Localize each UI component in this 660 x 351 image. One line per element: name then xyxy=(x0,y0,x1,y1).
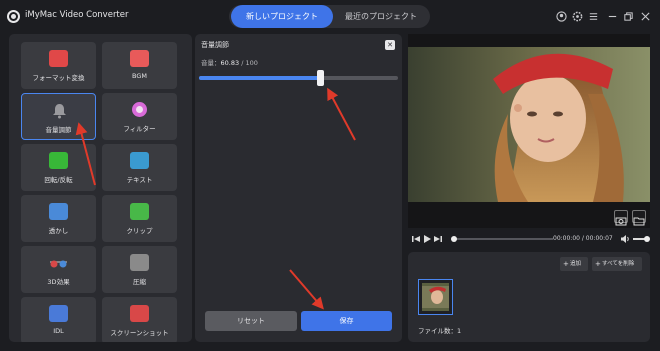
thumbnail-image xyxy=(422,283,449,311)
tool-text[interactable]: テキスト xyxy=(102,144,177,191)
timeline-thumb[interactable] xyxy=(451,236,457,242)
tools-panel: フォーマット変換 BGM 音量調節 フィルター 回転/反転 テキスト 透かし ク… xyxy=(9,34,192,342)
tool-label: フィルター xyxy=(123,125,156,133)
volume-readout: 音量：60.83 / 100 xyxy=(201,57,258,67)
panel-title: 音量調節 xyxy=(201,41,229,49)
format-convert-icon xyxy=(49,50,68,67)
close-panel-button[interactable]: ✕ xyxy=(385,40,395,50)
title-bar: iMyMac Video Converter 新しいプロジェクト 最近のプロジェ… xyxy=(0,0,660,33)
media-panel: 追加 すべてを削除 ファイル数：1 xyxy=(408,252,650,342)
tool-label: クリップ xyxy=(126,227,153,235)
tab-new-project[interactable]: 新しいプロジェクト xyxy=(231,5,333,28)
folder-icon xyxy=(633,217,645,226)
bgm-icon xyxy=(130,50,149,67)
tool-compress[interactable]: 圧縮 xyxy=(102,246,177,293)
tool-bgm[interactable]: BGM xyxy=(102,42,177,89)
volume-bell-icon xyxy=(53,104,66,119)
tool-id3[interactable]: IDL xyxy=(21,297,96,342)
delete-all-button[interactable]: すべてを削除 xyxy=(592,257,642,271)
skip-forward-icon[interactable] xyxy=(434,235,442,243)
volume-slider-thumb[interactable] xyxy=(317,70,325,86)
tool-format-convert[interactable]: フォーマット変換 xyxy=(21,42,96,89)
reset-button[interactable]: リセット xyxy=(205,311,297,331)
clip-icon xyxy=(130,203,149,220)
restore-icon[interactable] xyxy=(623,11,634,22)
app-logo-icon xyxy=(7,10,20,23)
tool-filter[interactable]: フィルター xyxy=(102,93,177,140)
project-tabs: 新しいプロジェクト 最近のプロジェクト xyxy=(229,5,430,28)
volume-value: 60.83 xyxy=(220,59,240,67)
tool-label: 回転/反転 xyxy=(44,176,73,184)
tool-label: 3D効果 xyxy=(47,278,70,286)
tool-screenshot[interactable]: スクリーンショット xyxy=(102,297,177,342)
tool-label: 音量調節 xyxy=(45,126,72,134)
filter-icon xyxy=(132,102,147,117)
add-file-button[interactable]: 追加 xyxy=(560,257,588,271)
id3-icon xyxy=(49,305,68,322)
minimize-icon[interactable] xyxy=(607,11,618,22)
menu-icon[interactable] xyxy=(588,11,599,22)
tool-label: BGM xyxy=(132,72,147,80)
camera-icon xyxy=(615,217,627,226)
player-volume-thumb[interactable] xyxy=(644,236,650,242)
playback-timeline[interactable] xyxy=(451,236,553,242)
tool-label: 圧縮 xyxy=(133,278,146,286)
play-icon[interactable] xyxy=(423,235,431,243)
media-thumbnail[interactable] xyxy=(418,279,453,315)
tab-recent-projects[interactable]: 最近のプロジェクト xyxy=(333,5,429,28)
text-icon xyxy=(130,152,149,169)
volume-label: 音量： xyxy=(201,59,221,67)
file-count: ファイル数：1 xyxy=(418,327,462,335)
player-controls: 00:00:00 / 00:00:07 xyxy=(408,232,650,246)
tool-label: 透かし xyxy=(48,227,69,235)
tool-volume[interactable]: 音量調節 xyxy=(21,93,96,140)
volume-slider-fill xyxy=(199,76,321,80)
close-icon[interactable] xyxy=(640,11,651,22)
screenshot-icon xyxy=(130,305,149,322)
tool-3d-effect[interactable]: 3D効果 xyxy=(21,246,96,293)
save-button[interactable]: 保存 xyxy=(301,311,392,331)
volume-slider[interactable] xyxy=(199,70,398,86)
snapshot-button[interactable] xyxy=(614,210,628,226)
settings-icon[interactable] xyxy=(572,11,583,22)
app-title: iMyMac Video Converter xyxy=(25,10,129,20)
tool-label: IDL xyxy=(53,327,64,335)
video-preview xyxy=(408,34,650,228)
watermark-icon xyxy=(49,203,68,220)
open-folder-button[interactable] xyxy=(632,210,646,226)
time-display: 00:00:00 / 00:00:07 xyxy=(553,235,613,242)
player-volume-slider[interactable] xyxy=(633,236,650,242)
rotate-flip-icon xyxy=(49,152,68,169)
tool-label: スクリーンショット xyxy=(110,329,169,337)
user-icon[interactable] xyxy=(556,11,567,22)
video-frame xyxy=(408,34,650,228)
volume-max: / 100 xyxy=(241,59,258,67)
tool-clip[interactable]: クリップ xyxy=(102,195,177,242)
skip-back-icon[interactable] xyxy=(412,235,420,243)
3d-glasses-icon xyxy=(50,260,67,268)
tool-label: テキスト xyxy=(126,176,153,184)
tool-label: フォーマット変換 xyxy=(32,74,85,82)
volume-panel: 音量調節 ✕ 音量：60.83 / 100 リセット 保存 xyxy=(195,34,402,342)
tool-rotate-flip[interactable]: 回転/反転 xyxy=(21,144,96,191)
volume-icon[interactable] xyxy=(621,235,630,243)
compress-icon xyxy=(130,254,149,271)
tool-watermark[interactable]: 透かし xyxy=(21,195,96,242)
